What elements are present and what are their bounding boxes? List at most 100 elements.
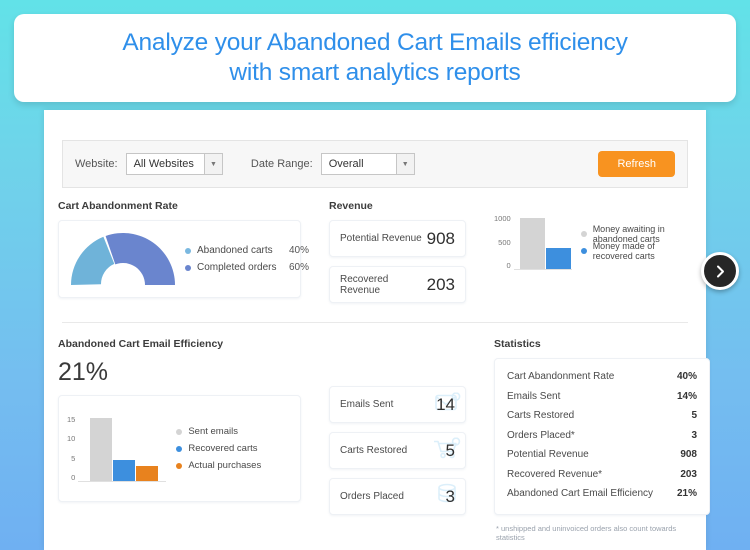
metric-value: 5 [445, 440, 455, 460]
legend-dot-completed-orders [185, 264, 191, 271]
legend-item: Actual purchases [176, 457, 261, 474]
cart-abandonment-card: Abandoned carts 40% Completed orders 60% [58, 220, 309, 298]
legend-item: Money made of recovered carts [580, 240, 692, 261]
legend-value-abandoned-carts: 40% [289, 245, 310, 256]
stat-label: Orders Placed* [507, 429, 575, 441]
efficiency-bar-chart: 15 10 5 0 Sent emails Recovered carts Ac… [67, 415, 261, 482]
table-row: Emails Sent 14% [507, 387, 697, 407]
metric-label: Recovered Revenue [340, 273, 389, 296]
efficiency-chart-legend: Sent emails Recovered carts Actual purch… [176, 423, 261, 474]
metric-label: Emails Sent [340, 399, 394, 410]
legend-dot-abandoned-carts [185, 247, 191, 254]
chevron-down-icon: ▼ [395, 154, 414, 174]
revenue-bar-chart: 1000 500 0 Money awaiting in abandoned c… [494, 214, 692, 270]
headline-banner: Analyze your Abandoned Cart Emails effic… [14, 14, 736, 102]
website-label: Website: [75, 158, 118, 170]
legend-dot-actual-purchases [176, 462, 183, 469]
stat-label: Emails Sent [507, 390, 561, 402]
y-tick: 5 [71, 453, 76, 463]
metric-value: 908 [426, 228, 455, 248]
metric-value: 3 [445, 486, 455, 506]
legend-dot-money-awaiting [580, 230, 587, 237]
legend-label-completed-orders: Completed orders [197, 262, 277, 273]
date-range-label: Date Range: [250, 158, 313, 170]
legend-item: Completed orders 60% [185, 259, 309, 276]
metric-value: 203 [426, 274, 455, 294]
cart-abandonment-section: Cart Abandonment Rate Abandoned carts 40… [44, 200, 315, 312]
email-efficiency-value: 21% [58, 358, 109, 386]
efficiency-chart-y-axis: 15 10 5 0 [67, 415, 78, 482]
table-row: Cart Abandonment Rate 40% [507, 367, 697, 387]
metric-carts-restored: Carts Restored 5 [329, 432, 466, 469]
email-efficiency-section: Abandoned Cart Email Efficiency 21% 15 1… [44, 338, 315, 542]
stat-label: Carts Restored [507, 410, 575, 422]
stat-value: 203 [680, 468, 697, 480]
abandonment-legend: Abandoned carts 40% Completed orders 60% [185, 242, 309, 276]
revenue-section: Revenue Potential Revenue 908 Recovered … [315, 200, 480, 312]
stat-value: 5 [691, 410, 697, 422]
metric-label: Potential Revenue [340, 233, 422, 244]
bar-recovered-carts [113, 460, 136, 481]
legend-item: Sent emails [176, 423, 261, 440]
efficiency-chart-plot [78, 415, 167, 482]
next-slide-button[interactable] [701, 252, 739, 290]
legend-label-sent-emails: Sent emails [188, 426, 238, 437]
email-efficiency-title: Abandoned Cart Email Efficiency [58, 338, 224, 350]
bar-money-recovered [545, 248, 571, 269]
legend-label-actual-purchases: Actual purchases [188, 460, 262, 471]
website-select-value: All Websites [133, 158, 194, 170]
table-row: Abandoned Cart Email Efficiency 21% [507, 484, 697, 504]
headline-line-1: Analyze your Abandoned Cart Emails effic… [122, 29, 628, 56]
website-select[interactable]: All Websites ▼ [125, 153, 223, 175]
revenue-chart-section: 1000 500 0 Money awaiting in abandoned c… [480, 200, 706, 312]
table-row: Potential Revenue 908 [507, 445, 697, 465]
refresh-button[interactable]: Refresh [598, 151, 675, 177]
bar-sent-emails [90, 418, 113, 481]
dashboard-panel: Website: All Websites ▼ Date Range: Over… [44, 110, 710, 550]
revenue-chart-plot [513, 214, 572, 270]
headline-line-2: with smart analytics reports [229, 59, 521, 86]
stat-value: 14% [676, 390, 697, 402]
table-row: Recovered Revenue* 203 [507, 465, 697, 485]
stat-label: Potential Revenue [507, 449, 589, 461]
metric-value: 14 [436, 394, 455, 414]
chevron-down-icon: ▼ [203, 154, 222, 174]
legend-value-completed-orders: 60% [289, 262, 310, 273]
email-efficiency-card: 15 10 5 0 Sent emails Recovered carts Ac… [58, 395, 301, 502]
email-metrics-section: Emails Sent 14 Carts Restored 5 Orders P… [315, 338, 480, 542]
bar-money-awaiting [519, 218, 545, 269]
y-tick: 10 [67, 434, 76, 444]
abandonment-gauge-chart [70, 233, 175, 285]
y-tick: 0 [506, 261, 511, 270]
stat-label: Recovered Revenue* [507, 468, 603, 480]
revenue-chart-y-axis: 1000 500 0 [494, 214, 514, 270]
table-row: Carts Restored 5 [507, 406, 697, 426]
y-tick: 500 [498, 237, 511, 247]
y-tick: 0 [71, 472, 76, 482]
statistics-card: Cart Abandonment Rate 40% Emails Sent 14… [494, 358, 710, 515]
metric-label: Orders Placed [340, 491, 404, 502]
legend-label-recovered-carts: Recovered carts [188, 443, 258, 454]
date-range-select-value: Overall [328, 158, 364, 170]
statistics-title: Statistics [494, 338, 541, 350]
date-range-select[interactable]: Overall ▼ [320, 153, 415, 175]
legend-item: Money awaiting in abandoned carts [580, 224, 692, 244]
filter-toolbar: Website: All Websites ▼ Date Range: Over… [62, 140, 688, 188]
statistics-section: Statistics Cart Abandonment Rate 40% Ema… [480, 338, 710, 542]
metric-emails-sent: Emails Sent 14 [329, 386, 466, 423]
stat-value: 3 [691, 429, 697, 441]
legend-label-money-recovered: Money made of recovered carts [592, 240, 655, 261]
cart-abandonment-title: Cart Abandonment Rate [58, 200, 178, 212]
revenue-title: Revenue [329, 200, 373, 212]
y-tick: 15 [67, 415, 76, 424]
stat-value: 908 [680, 449, 697, 461]
stat-value: 21% [676, 488, 697, 500]
y-tick: 1000 [494, 214, 511, 223]
stat-label: Abandoned Cart Email Efficiency [507, 488, 654, 500]
legend-item: Abandoned carts 40% [185, 242, 309, 259]
chevron-right-icon [714, 265, 727, 278]
legend-dot-sent-emails [176, 428, 183, 435]
metric-potential-revenue: Potential Revenue 908 [329, 220, 466, 257]
metric-label: Carts Restored [340, 445, 408, 456]
metric-orders-placed: Orders Placed 3 [329, 478, 466, 515]
